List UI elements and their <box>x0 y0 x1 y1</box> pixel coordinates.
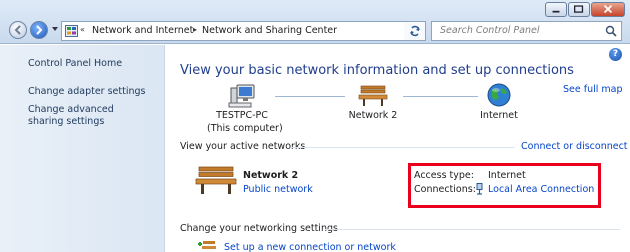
search-icon[interactable] <box>605 25 617 37</box>
breadcrumb-separator[interactable]: ▸ <box>193 25 197 34</box>
change-adapter-settings-link[interactable]: Change adapter settings <box>28 86 145 98</box>
map-connection-line <box>403 96 478 97</box>
left-navigation-pane: Control Panel Home Change adapter settin… <box>0 45 165 252</box>
search-box[interactable]: Search Control Panel <box>431 21 622 41</box>
forward-button[interactable] <box>30 21 48 39</box>
address-bar[interactable]: « Network and Internet ▸ Network and Sha… <box>61 21 425 41</box>
minimize-button[interactable] <box>545 2 567 17</box>
control-panel-icon <box>65 25 78 37</box>
change-settings-title: Change your networking settings <box>180 223 338 234</box>
new-connection-icon <box>198 241 216 249</box>
control-panel-home-link[interactable]: Control Panel Home <box>28 58 122 70</box>
map-connection-line <box>275 96 345 97</box>
change-advanced-sharing-settings-link[interactable]: Change advanced sharing settings <box>28 104 148 128</box>
back-button[interactable] <box>9 21 27 39</box>
bench-network-icon <box>358 85 388 106</box>
maximize-button[interactable] <box>568 2 590 17</box>
network-map-label: Network 2 <box>348 110 398 121</box>
connections-label: Connections: <box>414 184 476 195</box>
active-network-name: Network 2 <box>243 170 299 181</box>
local-area-connection-link[interactable]: Local Area Connection <box>488 184 594 195</box>
internet-globe-icon <box>487 83 511 107</box>
title-bar: « Network and Internet ▸ Network and Sha… <box>0 0 630 44</box>
forward-arrow-icon <box>36 25 43 35</box>
back-arrow-icon <box>14 25 21 35</box>
ethernet-adapter-icon <box>476 183 483 195</box>
access-type-value: Internet <box>488 170 526 181</box>
computer-subtitle: (This computer) <box>207 123 283 134</box>
search-placeholder: Search Control Panel <box>440 25 540 36</box>
internet-map-label: Internet <box>480 110 518 121</box>
access-type-label: Access type: <box>414 170 474 181</box>
setup-new-connection-link[interactable]: Set up a new connection or network <box>224 242 396 252</box>
help-button[interactable]: ? <box>609 48 622 61</box>
section-divider <box>292 147 515 148</box>
close-button[interactable] <box>591 2 625 17</box>
breadcrumb-overflow[interactable]: « <box>80 25 85 34</box>
recent-pages-dropdown[interactable] <box>52 27 58 31</box>
refresh-button[interactable] <box>404 21 426 41</box>
computer-name: TESTPC-PC <box>216 110 268 121</box>
section-divider <box>325 229 620 230</box>
network-category-link[interactable]: Public network <box>243 184 313 195</box>
maximize-icon <box>574 5 584 13</box>
breadcrumb-network-and-internet[interactable]: Network and Internet <box>92 25 193 36</box>
breadcrumb-network-and-sharing-center[interactable]: Network and Sharing Center <box>202 25 337 36</box>
see-full-map-link[interactable]: See full map <box>563 84 623 95</box>
close-icon <box>603 4 613 14</box>
connect-or-disconnect-link[interactable]: Connect or disconnect <box>521 141 628 152</box>
refresh-icon <box>410 25 420 37</box>
page-heading: View your basic network information and … <box>180 63 574 78</box>
active-networks-title: View your active networks <box>180 141 306 152</box>
computer-icon <box>228 84 255 108</box>
minimize-icon <box>552 10 560 13</box>
public-network-bench-icon[interactable] <box>195 165 237 195</box>
